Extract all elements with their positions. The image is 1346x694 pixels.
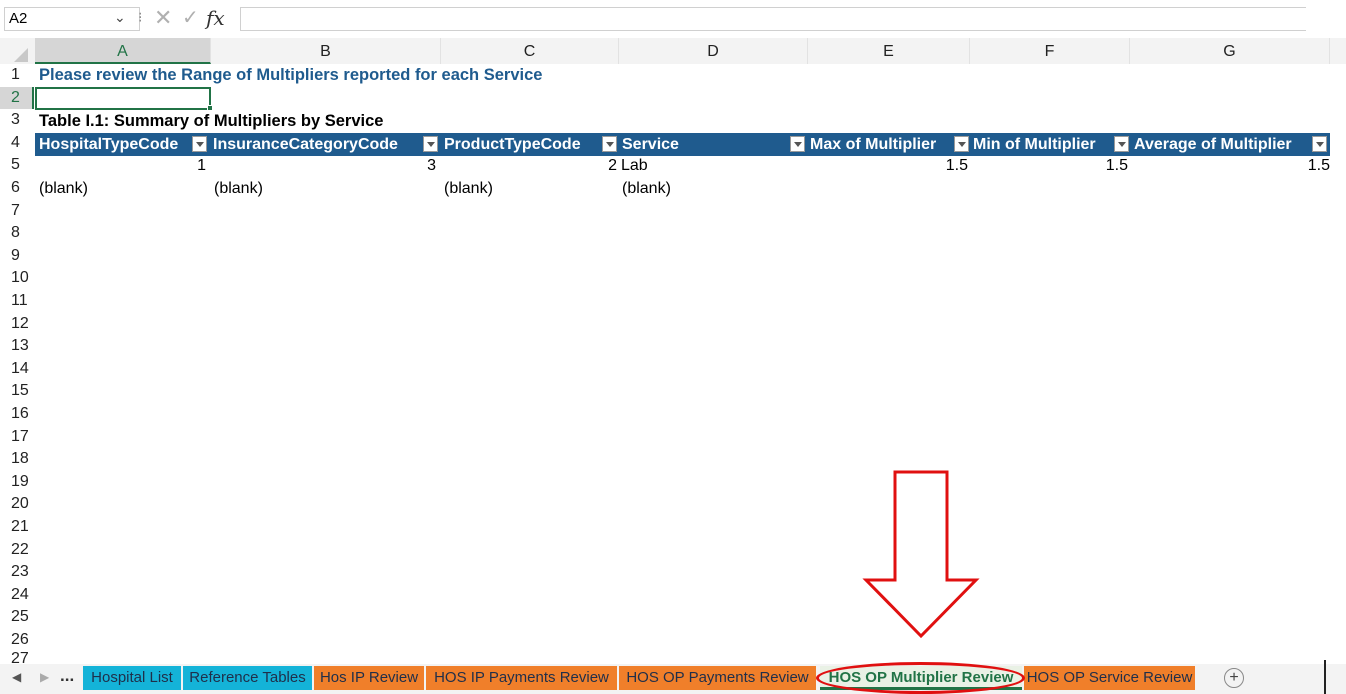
row-header[interactable]: 19 [0,470,34,494]
column-header-e[interactable]: E [808,38,970,64]
row-header[interactable]: 12 [0,312,34,336]
column-header-g[interactable]: G [1130,38,1330,64]
pivot-header-product-type-code[interactable]: ProductTypeCode [444,133,581,156]
filter-dropdown-icon[interactable] [192,136,207,152]
row-header[interactable]: 3 [0,109,34,132]
filter-dropdown-icon[interactable] [423,136,438,152]
row-header[interactable]: 9 [0,244,34,268]
sheet-tab-hos-op-payments-review[interactable]: HOS OP Payments Review [619,666,816,690]
formula-input[interactable] [240,7,1306,31]
row-header[interactable]: 21 [0,516,34,539]
filter-dropdown-icon[interactable] [790,136,805,152]
pivot-header-hospital-type-code[interactable]: HospitalTypeCode [39,133,178,156]
enter-icon[interactable]: ✓ [182,5,199,30]
row-header[interactable]: 27 [0,651,34,664]
table-cell[interactable]: 1.5 [1130,155,1330,178]
tab-bar-divider [1324,660,1326,694]
more-sheets-button[interactable]: ... [60,666,74,686]
column-header-b[interactable]: B [211,38,441,64]
cancel-icon[interactable]: ✕ [154,5,172,31]
row-header[interactable]: 11 [0,290,34,313]
filter-dropdown-icon[interactable] [1114,136,1129,152]
row-header[interactable]: 16 [0,403,34,426]
table-cell[interactable]: Lab [621,155,648,178]
sheet-tab-hos-ip-review[interactable]: Hos IP Review [314,666,424,690]
pivot-header-average-multiplier[interactable]: Average of Multiplier [1134,133,1292,156]
column-header-f[interactable]: F [970,38,1130,64]
table-cell[interactable]: 1 [35,155,206,178]
table-cell[interactable]: 2 [441,155,617,178]
row-header[interactable]: 6 [0,177,34,200]
fx-icon[interactable]: fx [206,6,225,30]
table-cell[interactable]: (blank) [444,178,493,201]
column-header-c[interactable]: C [441,38,619,64]
row-header[interactable]: 4 [0,131,34,155]
highlight-ellipse [816,662,1025,694]
down-arrow-icon [862,470,980,639]
table-cell[interactable]: 1.5 [808,155,968,178]
active-cell-a2[interactable] [35,87,211,110]
row-header[interactable]: 24 [0,583,34,607]
row-header[interactable]: 25 [0,606,34,629]
table-cell[interactable]: 1.5 [970,155,1128,178]
table-cell[interactable]: (blank) [214,178,263,201]
row-header[interactable]: 22 [0,538,34,562]
filter-dropdown-icon[interactable] [602,136,617,152]
column-header-a[interactable]: A [35,38,211,64]
row-header[interactable]: 7 [0,199,34,223]
select-all-triangle-icon [14,48,28,62]
pivot-header-min-multiplier[interactable]: Min of Multiplier [973,133,1096,156]
row-header[interactable]: 18 [0,448,34,471]
pivot-header-insurance-category-code[interactable]: InsuranceCategoryCode [213,133,398,156]
row-header[interactable]: 13 [0,335,34,358]
nav-next-icon[interactable]: ▶ [40,670,49,684]
row-header[interactable]: 20 [0,493,34,516]
row-header[interactable]: 17 [0,425,34,449]
row-header[interactable]: 14 [0,357,34,381]
row-header[interactable]: 15 [0,380,34,403]
row-header-selected[interactable]: 2 [0,86,34,110]
table-title[interactable]: Table I.1: Summary of Multipliers by Ser… [39,110,383,133]
table-cell[interactable]: 3 [211,155,436,178]
table-cell[interactable]: (blank) [39,178,88,201]
sheet-tab-reference-tables[interactable]: Reference Tables [183,666,312,690]
filter-dropdown-icon[interactable] [1312,136,1327,152]
row-header[interactable]: 5 [0,154,34,177]
table-cell[interactable]: (blank) [622,178,671,201]
row-header[interactable]: 10 [0,267,34,290]
sheet-title[interactable]: Please review the Range of Multipliers r… [39,64,542,87]
formula-bar-separator: ⁝ [138,9,143,25]
formula-bar: A2 ⌄ ⁝ ✕ ✓ fx [0,0,1346,38]
row-header[interactable]: 8 [0,222,34,245]
sheet-tab-hos-ip-payments-review[interactable]: HOS IP Payments Review [426,666,617,690]
row-header[interactable]: 23 [0,561,34,584]
add-sheet-icon[interactable]: + [1224,668,1244,688]
sheet-tab-hospital-list[interactable]: Hospital List [83,666,181,690]
pivot-header-max-multiplier[interactable]: Max of Multiplier [810,133,936,156]
row-header[interactable]: 1 [0,64,34,87]
pivot-header-service[interactable]: Service [622,133,679,156]
column-header-d[interactable]: D [619,38,808,64]
nav-prev-icon[interactable]: ◀ [12,670,21,684]
chevron-down-icon[interactable]: ⌄ [114,9,126,26]
row-header[interactable]: 26 [0,629,34,652]
filter-dropdown-icon[interactable] [954,136,969,152]
sheet-tab-hos-op-service-review[interactable]: HOS OP Service Review [1024,666,1195,690]
